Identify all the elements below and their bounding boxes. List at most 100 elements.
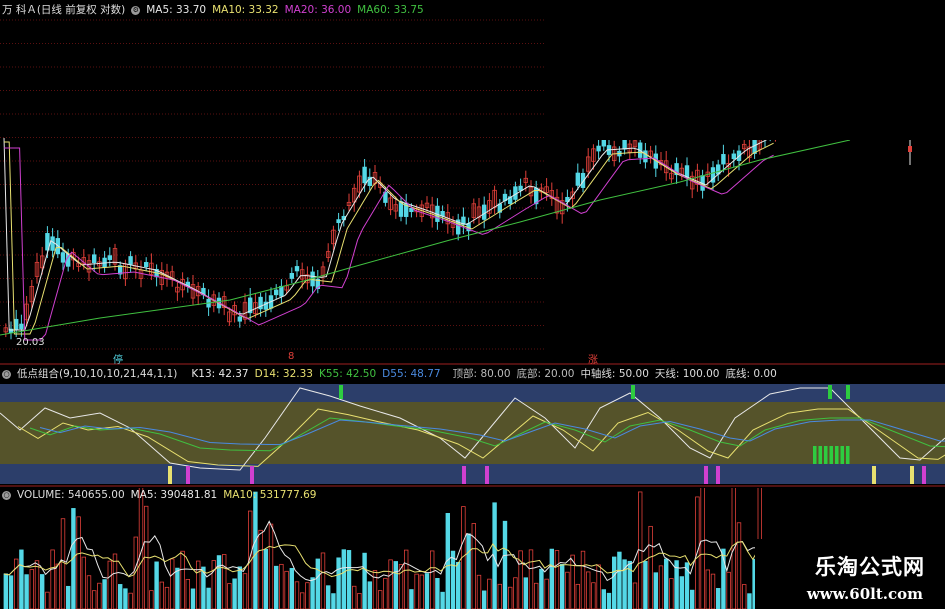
collapse-icon[interactable]: ○ bbox=[2, 490, 11, 500]
upper-band bbox=[0, 384, 945, 402]
candle-body bbox=[336, 219, 341, 224]
signal-block bbox=[829, 446, 833, 464]
ma60-value: MA60: 33.75 bbox=[357, 4, 424, 16]
volume-bar bbox=[716, 588, 721, 609]
indicator-title[interactable]: 低点组合(9,10,10,10,21,44,1,1) bbox=[17, 367, 177, 381]
volume-value[interactable]: VOLUME: 540655.00 bbox=[17, 488, 125, 502]
sky-value: 天线: 100.00 bbox=[654, 368, 720, 380]
volume-bar bbox=[45, 591, 50, 609]
indicator-panel[interactable]: ○ 低点组合(9,10,10,10,21,44,1,1) K13: 42.37 … bbox=[0, 366, 945, 488]
volume-bar bbox=[289, 567, 294, 609]
volume-bar bbox=[81, 556, 86, 609]
volume-bar bbox=[575, 583, 580, 609]
volume-bar bbox=[487, 578, 492, 609]
volume-bar bbox=[24, 574, 29, 609]
volume-bar bbox=[279, 563, 284, 609]
bottom-value: 底部: 20.00 bbox=[516, 368, 575, 380]
volume-bar bbox=[653, 572, 658, 609]
indicator-chart[interactable] bbox=[0, 366, 945, 488]
candle-body bbox=[294, 266, 300, 272]
volume-bar bbox=[435, 578, 440, 609]
event-marker-8[interactable]: 8 bbox=[288, 351, 294, 362]
volume-bar bbox=[502, 520, 508, 609]
low-signal-bar bbox=[716, 466, 720, 484]
volume-bar bbox=[258, 529, 263, 609]
volume-bar bbox=[565, 571, 570, 609]
volume-bar bbox=[700, 488, 705, 609]
volume-bar bbox=[211, 560, 216, 609]
signal-block bbox=[813, 446, 817, 464]
ma5-line bbox=[3, 135, 774, 331]
volume-bar bbox=[60, 518, 66, 609]
k13-value: K13: 42.37 bbox=[191, 368, 249, 380]
volume-bar bbox=[513, 577, 518, 609]
signal-block bbox=[835, 446, 839, 464]
event-marker-stop[interactable]: 停 bbox=[113, 351, 123, 366]
watermark: 乐淘公式网 www.60lt.com bbox=[755, 539, 945, 609]
volume-bar bbox=[648, 525, 653, 609]
volume-bar bbox=[3, 573, 8, 609]
top-signal-bar bbox=[828, 385, 832, 399]
volume-bar bbox=[664, 558, 669, 609]
top-signal-bar bbox=[846, 385, 850, 399]
volume-bar bbox=[97, 582, 102, 609]
volume-bar bbox=[29, 569, 34, 609]
volume-bar bbox=[669, 578, 674, 609]
signal-block bbox=[818, 446, 822, 464]
candle-body bbox=[13, 318, 19, 331]
low-signal-bar bbox=[910, 466, 914, 484]
top-signal-bar bbox=[631, 385, 635, 399]
volume-bar bbox=[497, 583, 502, 609]
volume-bar bbox=[643, 560, 648, 609]
vol-ma5-value: MA5: 390481.81 bbox=[130, 489, 218, 501]
volume-bar bbox=[690, 589, 695, 609]
candle-body bbox=[596, 145, 601, 152]
collapse-icon[interactable]: ○ bbox=[2, 369, 11, 379]
ma20-line bbox=[4, 147, 774, 341]
volume-bar bbox=[617, 551, 622, 609]
volume-bar bbox=[481, 590, 487, 609]
ma5-value: MA5: 33.70 bbox=[146, 4, 207, 16]
candle-body bbox=[143, 262, 149, 268]
candle-body bbox=[575, 172, 580, 186]
volume-header: ○ VOLUME: 540655.00 MA5: 390481.81 MA10:… bbox=[2, 488, 316, 502]
volume-bar bbox=[206, 587, 211, 609]
volume-bar bbox=[586, 571, 591, 609]
volume-bar bbox=[40, 574, 45, 609]
volume-bar bbox=[455, 561, 461, 609]
volume-bar bbox=[742, 584, 747, 609]
volume-bar bbox=[273, 565, 279, 609]
volume-bar bbox=[253, 491, 258, 609]
volume-bar bbox=[102, 579, 107, 609]
volume-bar bbox=[237, 566, 242, 609]
volume-bar bbox=[232, 578, 237, 609]
volume-bar bbox=[534, 582, 539, 609]
volume-bar bbox=[107, 560, 112, 609]
price-panel[interactable]: 万 科Ａ(日线 前复权 对数) ⚙ MA5: 33.70 MA10: 33.32… bbox=[0, 0, 945, 366]
event-marker-rise[interactable]: 涨 bbox=[588, 351, 598, 366]
volume-bar bbox=[398, 564, 404, 609]
candle-body bbox=[601, 139, 606, 147]
volume-bar bbox=[601, 589, 606, 609]
blank-area bbox=[545, 0, 945, 140]
volume-bar bbox=[393, 561, 398, 609]
mid-value: 中轴线: 50.00 bbox=[580, 368, 649, 380]
volume-bar bbox=[507, 586, 513, 609]
low-price-label: 20.03 bbox=[16, 337, 45, 348]
stock-title[interactable]: 万 科Ａ(日线 前复权 对数) bbox=[2, 3, 125, 17]
candle-body bbox=[273, 289, 279, 296]
candle-body bbox=[50, 236, 55, 251]
k55-value: K55: 42.50 bbox=[318, 368, 377, 380]
candle-body bbox=[721, 154, 726, 165]
volume-bar bbox=[331, 593, 336, 609]
low-signal-bar bbox=[704, 466, 708, 484]
volume-bar bbox=[419, 574, 424, 609]
price-chart[interactable] bbox=[0, 0, 945, 366]
volume-bar bbox=[554, 550, 560, 609]
volume-bar bbox=[710, 573, 716, 609]
vol-ma10-value: MA10: 531777.69 bbox=[223, 489, 317, 501]
signal-block bbox=[824, 446, 828, 464]
volume-bar bbox=[341, 549, 346, 609]
settings-icon[interactable]: ⚙ bbox=[131, 5, 141, 15]
volume-bar bbox=[55, 563, 60, 609]
